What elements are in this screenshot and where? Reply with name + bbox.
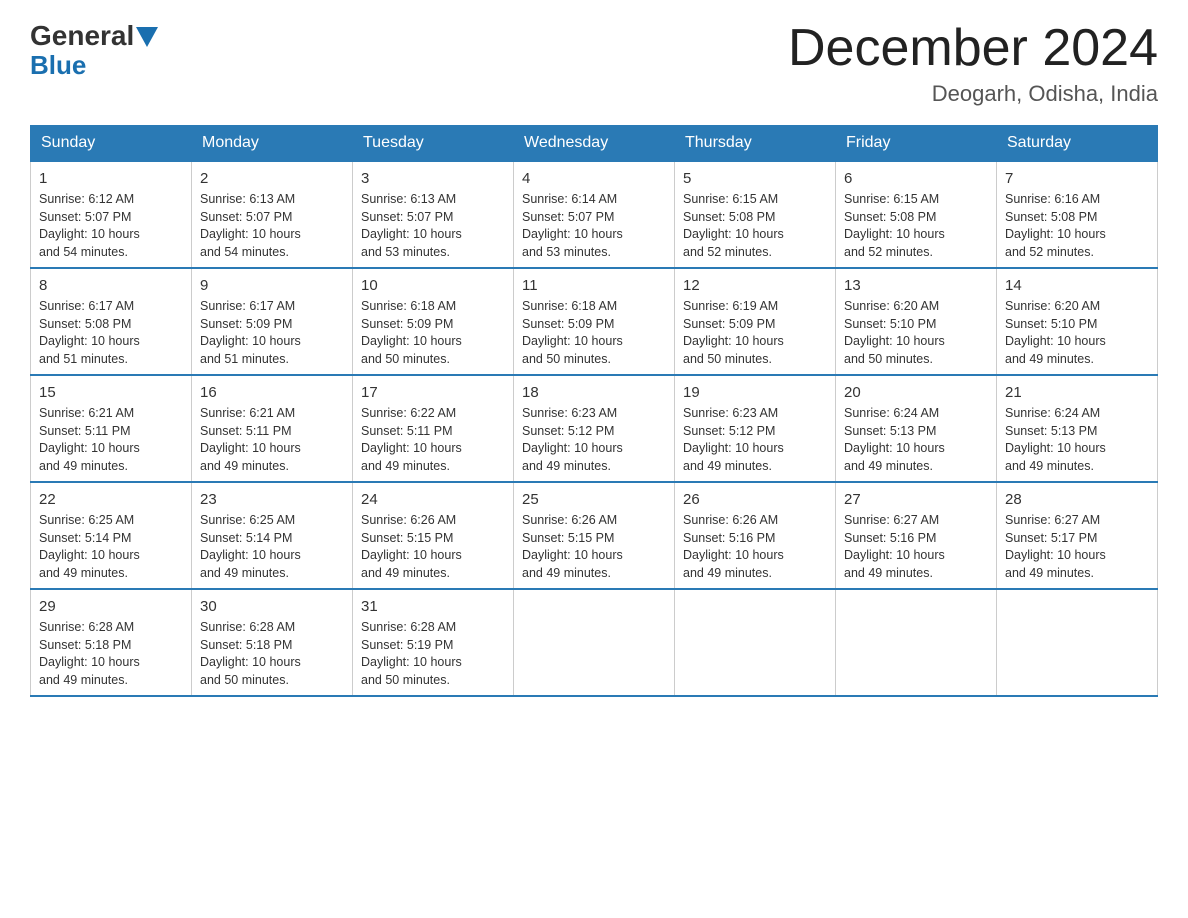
calendar-cell: 24Sunrise: 6:26 AMSunset: 5:15 PMDayligh… [353,482,514,589]
calendar-cell: 18Sunrise: 6:23 AMSunset: 5:12 PMDayligh… [514,375,675,482]
day-number: 25 [522,489,666,510]
calendar-cell: 29Sunrise: 6:28 AMSunset: 5:18 PMDayligh… [31,589,192,696]
calendar-cell: 12Sunrise: 6:19 AMSunset: 5:09 PMDayligh… [675,268,836,375]
day-header-wednesday: Wednesday [514,126,675,162]
calendar-cell: 22Sunrise: 6:25 AMSunset: 5:14 PMDayligh… [31,482,192,589]
logo-arrow-icon [136,27,158,47]
day-number: 28 [1005,489,1149,510]
calendar-cell: 17Sunrise: 6:22 AMSunset: 5:11 PMDayligh… [353,375,514,482]
day-number: 11 [522,275,666,296]
day-number: 24 [361,489,505,510]
calendar-cell [836,589,997,696]
calendar-cell: 5Sunrise: 6:15 AMSunset: 5:08 PMDaylight… [675,161,836,268]
logo-blue-text: Blue [30,52,158,78]
day-header-tuesday: Tuesday [353,126,514,162]
calendar-cell: 23Sunrise: 6:25 AMSunset: 5:14 PMDayligh… [192,482,353,589]
calendar-cell: 31Sunrise: 6:28 AMSunset: 5:19 PMDayligh… [353,589,514,696]
day-number: 31 [361,596,505,617]
calendar-cell: 19Sunrise: 6:23 AMSunset: 5:12 PMDayligh… [675,375,836,482]
day-number: 2 [200,168,344,189]
month-title: December 2024 [788,20,1158,77]
day-number: 8 [39,275,183,296]
page-header: General Blue December 2024 Deogarh, Odis… [30,20,1158,107]
calendar-cell: 9Sunrise: 6:17 AMSunset: 5:09 PMDaylight… [192,268,353,375]
day-number: 30 [200,596,344,617]
day-number: 3 [361,168,505,189]
day-header-sunday: Sunday [31,126,192,162]
day-number: 27 [844,489,988,510]
day-number: 17 [361,382,505,403]
location-title: Deogarh, Odisha, India [788,81,1158,107]
day-header-thursday: Thursday [675,126,836,162]
calendar-cell: 14Sunrise: 6:20 AMSunset: 5:10 PMDayligh… [997,268,1158,375]
day-number: 4 [522,168,666,189]
calendar-cell: 1Sunrise: 6:12 AMSunset: 5:07 PMDaylight… [31,161,192,268]
calendar-cell: 10Sunrise: 6:18 AMSunset: 5:09 PMDayligh… [353,268,514,375]
day-header-friday: Friday [836,126,997,162]
calendar-cell: 15Sunrise: 6:21 AMSunset: 5:11 PMDayligh… [31,375,192,482]
header-row: SundayMondayTuesdayWednesdayThursdayFrid… [31,126,1158,162]
calendar-cell: 13Sunrise: 6:20 AMSunset: 5:10 PMDayligh… [836,268,997,375]
day-number: 16 [200,382,344,403]
calendar-cell: 8Sunrise: 6:17 AMSunset: 5:08 PMDaylight… [31,268,192,375]
day-number: 6 [844,168,988,189]
day-number: 26 [683,489,827,510]
calendar-cell: 3Sunrise: 6:13 AMSunset: 5:07 PMDaylight… [353,161,514,268]
day-number: 14 [1005,275,1149,296]
day-number: 19 [683,382,827,403]
title-block: December 2024 Deogarh, Odisha, India [788,20,1158,107]
calendar-cell: 21Sunrise: 6:24 AMSunset: 5:13 PMDayligh… [997,375,1158,482]
calendar-cell [675,589,836,696]
calendar-cell: 7Sunrise: 6:16 AMSunset: 5:08 PMDaylight… [997,161,1158,268]
calendar-cell: 20Sunrise: 6:24 AMSunset: 5:13 PMDayligh… [836,375,997,482]
day-number: 15 [39,382,183,403]
calendar-cell: 6Sunrise: 6:15 AMSunset: 5:08 PMDaylight… [836,161,997,268]
week-row-5: 29Sunrise: 6:28 AMSunset: 5:18 PMDayligh… [31,589,1158,696]
day-number: 13 [844,275,988,296]
day-number: 20 [844,382,988,403]
calendar-cell [997,589,1158,696]
day-number: 7 [1005,168,1149,189]
calendar-cell [514,589,675,696]
calendar-cell: 30Sunrise: 6:28 AMSunset: 5:18 PMDayligh… [192,589,353,696]
calendar-cell: 11Sunrise: 6:18 AMSunset: 5:09 PMDayligh… [514,268,675,375]
day-header-monday: Monday [192,126,353,162]
calendar-cell: 27Sunrise: 6:27 AMSunset: 5:16 PMDayligh… [836,482,997,589]
day-number: 1 [39,168,183,189]
calendar-cell: 25Sunrise: 6:26 AMSunset: 5:15 PMDayligh… [514,482,675,589]
day-number: 5 [683,168,827,189]
day-header-saturday: Saturday [997,126,1158,162]
day-number: 10 [361,275,505,296]
day-number: 18 [522,382,666,403]
calendar-cell: 26Sunrise: 6:26 AMSunset: 5:16 PMDayligh… [675,482,836,589]
calendar-cell: 16Sunrise: 6:21 AMSunset: 5:11 PMDayligh… [192,375,353,482]
day-number: 9 [200,275,344,296]
logo-general-text: General [30,20,134,52]
calendar-cell: 28Sunrise: 6:27 AMSunset: 5:17 PMDayligh… [997,482,1158,589]
week-row-1: 1Sunrise: 6:12 AMSunset: 5:07 PMDaylight… [31,161,1158,268]
day-number: 23 [200,489,344,510]
calendar-table: SundayMondayTuesdayWednesdayThursdayFrid… [30,125,1158,697]
logo: General Blue [30,20,158,78]
day-number: 12 [683,275,827,296]
day-number: 21 [1005,382,1149,403]
calendar-cell: 2Sunrise: 6:13 AMSunset: 5:07 PMDaylight… [192,161,353,268]
week-row-4: 22Sunrise: 6:25 AMSunset: 5:14 PMDayligh… [31,482,1158,589]
week-row-3: 15Sunrise: 6:21 AMSunset: 5:11 PMDayligh… [31,375,1158,482]
day-number: 29 [39,596,183,617]
day-number: 22 [39,489,183,510]
week-row-2: 8Sunrise: 6:17 AMSunset: 5:08 PMDaylight… [31,268,1158,375]
calendar-cell: 4Sunrise: 6:14 AMSunset: 5:07 PMDaylight… [514,161,675,268]
